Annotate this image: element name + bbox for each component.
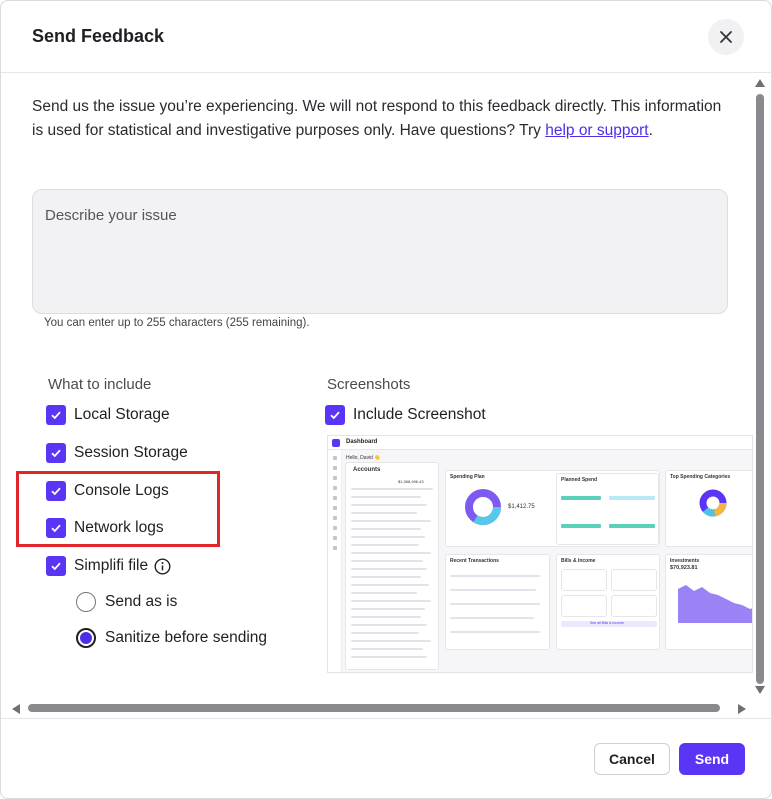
info-icon[interactable] (154, 557, 171, 575)
vertical-scroll-thumb[interactable] (756, 94, 764, 684)
local-storage-label: Local Storage (74, 406, 170, 423)
highlight-box (16, 471, 220, 547)
radio-unchecked (76, 592, 96, 612)
sanitize-label: Sanitize before sending (105, 629, 268, 646)
preview-available: $1,412.75 (508, 504, 535, 510)
sanitize-radio[interactable]: Sanitize before sending (76, 628, 267, 648)
preview-bill-card (611, 569, 657, 591)
preview-spending-plan: Spending Plan $1,412.75 Planned Spend (445, 470, 660, 547)
preview-title: Dashboard (346, 439, 378, 445)
preview-logo (332, 439, 340, 447)
scroll-left-arrow[interactable] (12, 704, 20, 714)
cancel-button[interactable]: Cancel (594, 743, 670, 775)
send-button[interactable]: Send (679, 743, 745, 775)
character-counter: You can enter up to 255 characters (255 … (44, 317, 310, 329)
preview-planned-spend-title: Planned Spend (561, 477, 598, 483)
close-icon (720, 31, 732, 43)
preview-recent-title: Recent Transactions (450, 558, 499, 564)
help-support-link[interactable]: help or support (545, 122, 648, 139)
issue-description-input[interactable]: Describe your issue (32, 189, 728, 314)
send-as-is-radio[interactable]: Send as is (76, 592, 177, 612)
horizontal-scroll-thumb[interactable] (28, 704, 720, 712)
preview-investments: Investments $70,923.81 (665, 554, 752, 650)
close-button[interactable] (708, 19, 744, 55)
preview-top-spending: Top Spending Categories (665, 470, 752, 547)
send-feedback-dialog: Send Feedback Send us the issue you’re e… (0, 0, 772, 799)
send-as-is-label: Send as is (105, 593, 178, 610)
scroll-right-arrow[interactable] (738, 704, 746, 714)
include-screenshot-label: Include Screenshot (353, 406, 486, 423)
preview-bill-card (611, 595, 657, 617)
screenshots-label: Screenshots (327, 376, 411, 393)
horizontal-scrollbar[interactable] (1, 700, 753, 718)
preview-bill-card (561, 595, 607, 617)
preview-see-all-bills: See all Bills & Income (590, 621, 624, 625)
preview-accounts-total: $1,368,996.43 (398, 479, 424, 484)
preview-sidebar (328, 450, 342, 672)
session-storage-checkbox[interactable]: Session Storage (46, 443, 188, 463)
preview-top-spending-title: Top Spending Categories (670, 474, 731, 480)
intro-text: Send us the issue you’re experiencing. W… (32, 98, 722, 139)
preview-bills-income: Bills & Income See all Bills & Income (556, 554, 660, 650)
preview-investments-chart (678, 585, 752, 623)
preview-accounts-title: Accounts (353, 467, 381, 473)
preview-greeting: Hello, David 👋 (346, 455, 381, 461)
preview-bills-title: Bills & Income (561, 558, 596, 564)
simplifi-file-checkbox[interactable]: Simplifi file (46, 556, 171, 576)
check-icon (46, 556, 66, 576)
session-storage-label: Session Storage (74, 444, 188, 461)
preview-accounts-panel: Accounts $1,368,996.43 (345, 462, 439, 670)
preview-recent-transactions: Recent Transactions (445, 554, 550, 650)
preview-investments-title: Investments (670, 558, 700, 564)
radio-checked (76, 628, 96, 648)
local-storage-checkbox[interactable]: Local Storage (46, 405, 170, 425)
dialog-body: Send us the issue you’re experiencing. W… (1, 74, 753, 718)
preview-investments-amount: $70,923.81 (670, 565, 698, 571)
preview-spending-plan-title: Spending Plan (450, 474, 485, 480)
include-screenshot-checkbox[interactable]: Include Screenshot (325, 405, 486, 425)
check-icon (46, 443, 66, 463)
simplifi-file-label: Simplifi file (74, 557, 149, 574)
vertical-scrollbar[interactable] (753, 74, 771, 700)
screenshot-preview: Dashboard Hello, David 👋 Accounts $1,368… (327, 435, 753, 673)
preview-donut (465, 489, 501, 525)
check-icon (46, 405, 66, 425)
scroll-up-arrow[interactable] (755, 79, 765, 87)
preview-top-donut (699, 489, 727, 517)
scroll-down-arrow[interactable] (755, 686, 765, 694)
what-to-include-label: What to include (48, 376, 152, 393)
preview-bill-card (561, 569, 607, 591)
dialog-title: Send Feedback (32, 26, 165, 46)
preview-planned-spend: Planned Spend (556, 473, 659, 545)
dialog-footer: Cancel Send (1, 718, 771, 798)
check-icon (325, 405, 345, 425)
preview-topbar: Dashboard (328, 436, 752, 450)
dialog-header: Send Feedback (1, 1, 771, 73)
issue-placeholder: Describe your issue (45, 207, 177, 224)
